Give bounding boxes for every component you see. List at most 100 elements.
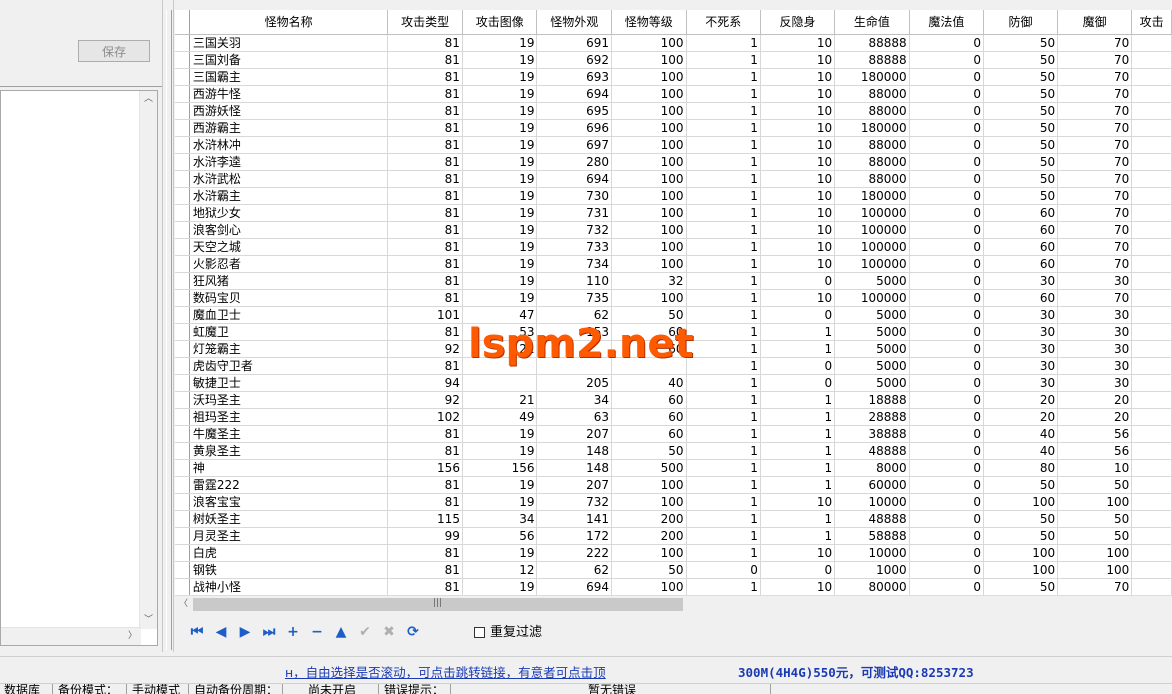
table-cell[interactable]: 88888 bbox=[834, 51, 910, 69]
table-cell[interactable]: 100000 bbox=[834, 204, 910, 222]
table-cell[interactable]: 100000 bbox=[834, 289, 910, 307]
table-cell[interactable]: 70 bbox=[1057, 85, 1133, 103]
table-cell[interactable]: 100 bbox=[983, 561, 1059, 579]
table-cell[interactable]: 1 bbox=[686, 102, 761, 120]
table-cell[interactable]: 100 bbox=[611, 204, 687, 222]
table-cell[interactable]: 205 bbox=[536, 374, 613, 392]
table-cell[interactable]: 1 bbox=[686, 238, 761, 256]
table-cell[interactable]: 100000 bbox=[834, 221, 910, 239]
table-cell[interactable]: 0 bbox=[909, 119, 985, 137]
column-header[interactable]: 怪物名称 bbox=[189, 10, 389, 35]
table-cell[interactable]: 月灵圣主 bbox=[189, 527, 389, 545]
last-record-button[interactable]: ⏭ bbox=[258, 621, 280, 643]
table-cell[interactable]: 50 bbox=[983, 136, 1059, 154]
table-cell[interactable]: 691 bbox=[536, 34, 613, 52]
table-cell[interactable]: 19 bbox=[462, 187, 538, 205]
table-cell[interactable]: 21 bbox=[462, 391, 538, 409]
table-row[interactable]: 浪客宝宝 81 19 732 100 1 10 10000 0 100 100 bbox=[175, 493, 1172, 511]
table-cell[interactable]: 1 bbox=[686, 391, 761, 409]
table-cell[interactable]: 100 bbox=[611, 153, 687, 171]
table-cell[interactable]: 0 bbox=[909, 170, 985, 188]
table-cell[interactable]: 207 bbox=[536, 476, 613, 494]
table-cell[interactable]: 60 bbox=[611, 391, 687, 409]
table-cell[interactable]: 10 bbox=[760, 493, 836, 511]
table-cell[interactable]: 10 bbox=[760, 68, 836, 86]
row-indicator[interactable] bbox=[175, 204, 190, 222]
table-cell[interactable]: 70 bbox=[1057, 34, 1133, 52]
table-cell[interactable]: 地狱少女 bbox=[189, 204, 389, 222]
table-row[interactable]: 西游牛怪 81 19 694 100 1 10 88000 0 50 70 bbox=[175, 85, 1172, 103]
table-cell[interactable]: 731 bbox=[536, 204, 613, 222]
table-cell[interactable]: 222 bbox=[536, 544, 613, 562]
column-header[interactable]: 不死系 bbox=[686, 10, 761, 35]
table-cell[interactable]: 60 bbox=[611, 323, 687, 341]
table-cell[interactable]: 数码宝贝 bbox=[189, 289, 389, 307]
table-cell[interactable]: 70 bbox=[1057, 204, 1133, 222]
table-cell[interactable]: 10 bbox=[760, 119, 836, 137]
table-cell[interactable]: 88000 bbox=[834, 85, 910, 103]
table-cell[interactable]: 200 bbox=[611, 510, 687, 528]
row-indicator[interactable] bbox=[175, 459, 190, 477]
table-row[interactable]: 雷霆222 81 19 207 100 1 1 60000 0 50 50 bbox=[175, 476, 1172, 494]
table-cell[interactable]: 81 bbox=[387, 221, 463, 239]
table-row[interactable]: 钢铁 81 12 62 50 0 0 1000 0 100 100 bbox=[175, 561, 1172, 579]
table-cell[interactable] bbox=[1131, 153, 1172, 171]
table-cell[interactable]: 0 bbox=[909, 391, 985, 409]
table-cell[interactable]: 100 bbox=[611, 238, 687, 256]
table-cell[interactable]: 5000 bbox=[834, 340, 910, 358]
table-cell[interactable]: 1 bbox=[760, 442, 836, 460]
table-cell[interactable]: 81 bbox=[387, 238, 463, 256]
table-cell[interactable]: 30 bbox=[983, 306, 1059, 324]
table-row[interactable]: 水浒李逵 81 19 280 100 1 10 88000 0 50 70 bbox=[175, 153, 1172, 171]
table-cell[interactable]: 5000 bbox=[834, 306, 910, 324]
table-cell[interactable]: 19 bbox=[462, 544, 538, 562]
table-cell[interactable]: 0 bbox=[909, 204, 985, 222]
table-row[interactable]: 祖玛圣主 102 49 63 60 1 1 28888 0 20 20 bbox=[175, 408, 1172, 426]
table-cell[interactable]: 153 bbox=[536, 323, 613, 341]
table-row[interactable]: 月灵圣主 99 56 172 200 1 1 58888 0 50 50 bbox=[175, 527, 1172, 545]
table-cell[interactable]: 钢铁 bbox=[189, 561, 389, 579]
monster-grid[interactable]: 怪物名称 攻击类型 攻击图像 怪物外观 怪物等级 不死系 反隐身 生命值 魔法值 防御 魔御 攻击 三… bbox=[175, 10, 1172, 595]
table-cell[interactable]: 水浒霸主 bbox=[189, 187, 389, 205]
table-cell[interactable]: 1 bbox=[760, 459, 836, 477]
table-cell[interactable]: 115 bbox=[387, 510, 463, 528]
table-cell[interactable]: 10 bbox=[760, 136, 836, 154]
table-cell[interactable]: 0 bbox=[760, 374, 836, 392]
table-cell[interactable]: 60 bbox=[611, 340, 687, 358]
table-cell[interactable]: 148 bbox=[536, 442, 613, 460]
table-cell[interactable]: 81 bbox=[387, 119, 463, 137]
left-list-box[interactable]: ︿ ﹀ 〉 bbox=[0, 90, 158, 646]
table-cell[interactable]: 694 bbox=[536, 170, 613, 188]
table-cell[interactable]: 19 bbox=[462, 51, 538, 69]
row-indicator[interactable] bbox=[175, 340, 190, 358]
table-cell[interactable]: 1 bbox=[686, 425, 761, 443]
table-cell[interactable]: 696 bbox=[536, 119, 613, 137]
table-cell[interactable]: 1 bbox=[686, 544, 761, 562]
table-cell[interactable]: 60 bbox=[983, 289, 1059, 307]
table-cell[interactable]: 19 bbox=[462, 68, 538, 86]
table-cell[interactable]: 70 bbox=[1057, 221, 1133, 239]
table-cell[interactable] bbox=[462, 374, 538, 392]
row-indicator[interactable] bbox=[175, 561, 190, 579]
table-cell[interactable]: 81 bbox=[387, 102, 463, 120]
table-cell[interactable]: 0 bbox=[909, 340, 985, 358]
table-cell[interactable] bbox=[1131, 85, 1172, 103]
table-cell[interactable]: 1 bbox=[760, 425, 836, 443]
table-cell[interactable]: 1 bbox=[686, 493, 761, 511]
table-cell[interactable]: 1 bbox=[686, 578, 761, 595]
column-header[interactable]: 攻击 bbox=[1131, 10, 1172, 35]
table-cell[interactable]: 180000 bbox=[834, 119, 910, 137]
table-cell[interactable] bbox=[1131, 493, 1172, 511]
table-cell[interactable]: 30 bbox=[1057, 374, 1133, 392]
table-cell[interactable]: 19 bbox=[462, 102, 538, 120]
post-record-button[interactable]: ✔ bbox=[354, 621, 376, 643]
left-vertical-scrollbar[interactable]: ︿ ﹀ bbox=[139, 91, 157, 629]
column-header[interactable]: 反隐身 bbox=[760, 10, 836, 35]
table-cell[interactable]: 81 bbox=[387, 442, 463, 460]
table-cell[interactable] bbox=[1131, 323, 1172, 341]
table-row[interactable]: 敏捷卫士 94 205 40 1 0 5000 0 30 30 bbox=[175, 374, 1172, 392]
table-cell[interactable]: 180000 bbox=[834, 68, 910, 86]
duplicate-filter-checkbox[interactable] bbox=[474, 627, 485, 638]
table-cell[interactable]: 32 bbox=[611, 272, 687, 290]
table-cell[interactable] bbox=[1131, 136, 1172, 154]
